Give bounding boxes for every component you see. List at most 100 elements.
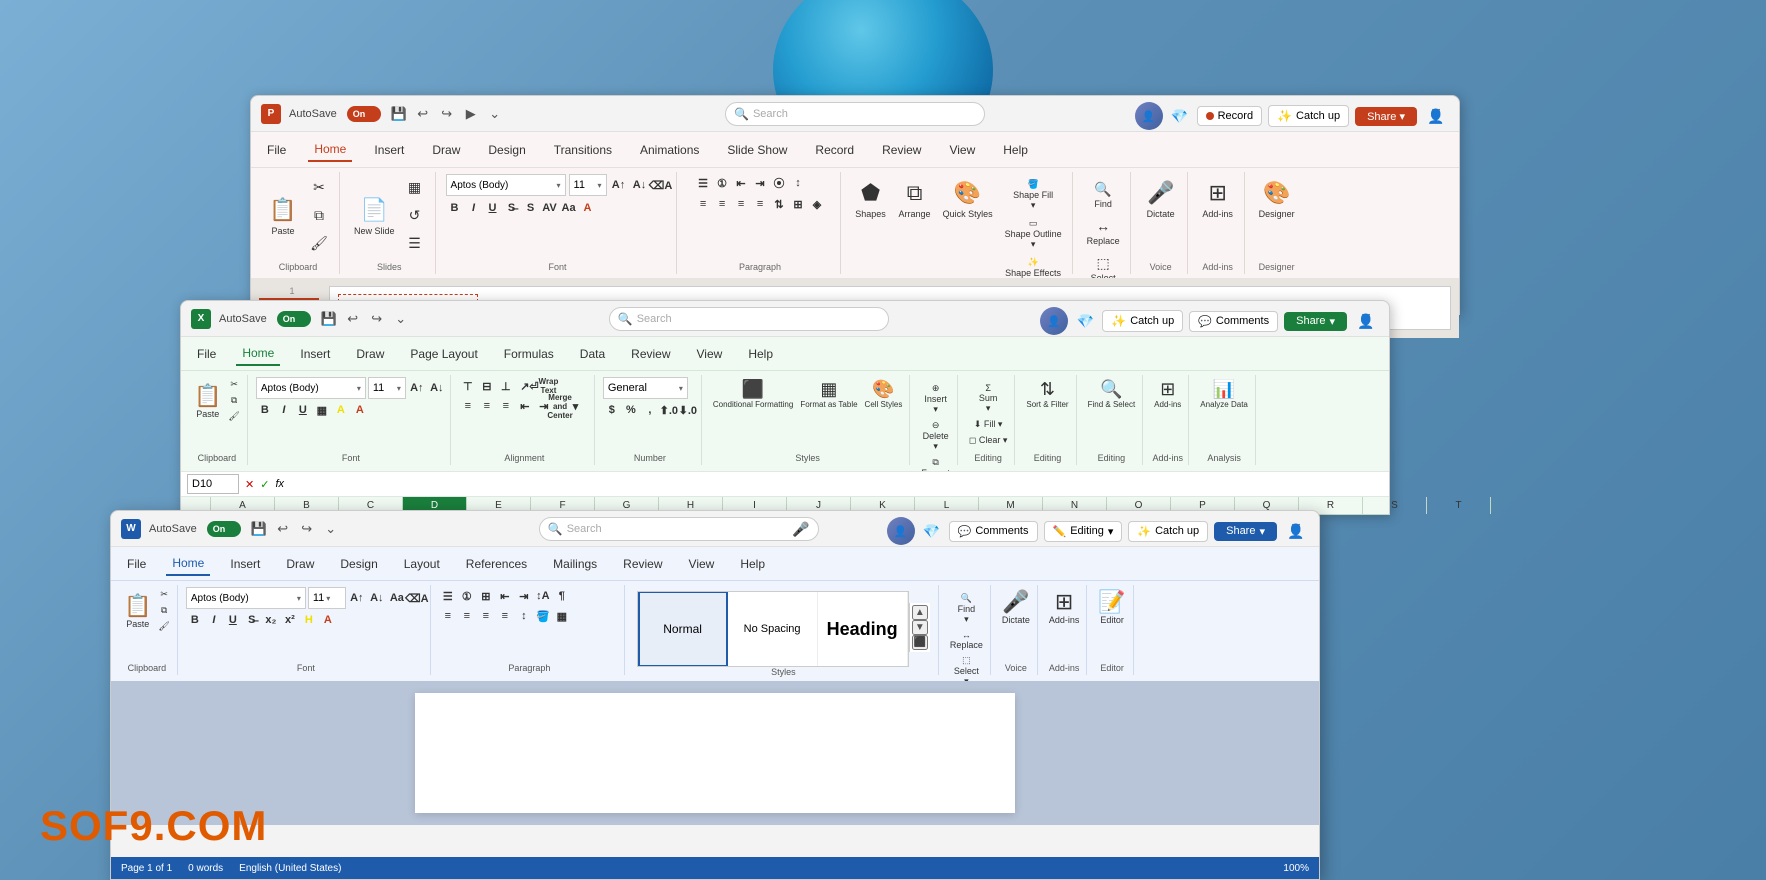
- xl-tab-draw[interactable]: Draw: [350, 343, 390, 365]
- ppt-shape-fill-btn[interactable]: 🪣 Shape Fill ▾: [1001, 176, 1066, 214]
- word-style-normal[interactable]: Normal: [638, 591, 728, 667]
- word-save-btn[interactable]: 💾: [249, 519, 269, 539]
- ppt-more-btn[interactable]: ⌄: [485, 104, 505, 124]
- ppt-autosave-toggle[interactable]: On: [347, 106, 381, 122]
- ppt-user-avatar[interactable]: 👤: [1135, 102, 1163, 130]
- ppt-text-dir-btn[interactable]: ⇅: [770, 195, 788, 213]
- xl-share-button[interactable]: Share ▾: [1284, 312, 1347, 331]
- ppt-tab-draw[interactable]: Draw: [426, 139, 466, 161]
- ppt-layout-btn[interactable]: ▦: [401, 174, 429, 200]
- word-bold-btn[interactable]: B: [186, 611, 204, 629]
- ppt-designer-btn[interactable]: 🎨 Designer: [1255, 174, 1299, 222]
- ppt-clear-format-btn[interactable]: ⌫A: [652, 176, 670, 194]
- ppt-tab-view[interactable]: View: [943, 139, 981, 161]
- ppt-save-btn[interactable]: 💾: [389, 104, 409, 124]
- ppt-select-btn[interactable]: ⬚ Select ▾: [1083, 250, 1124, 278]
- xl-cut-btn[interactable]: ✂: [225, 377, 242, 392]
- word-superscript-btn[interactable]: x²: [281, 611, 299, 629]
- xl-cell-styles-btn[interactable]: 🎨 Cell Styles: [862, 377, 906, 411]
- xl-tab-insert[interactable]: Insert: [294, 343, 336, 365]
- word-font-color-btn[interactable]: A: [319, 611, 337, 629]
- word-format-painter-btn[interactable]: 🖌: [155, 619, 172, 634]
- ppt-quickstyles-btn[interactable]: 🎨 Quick Styles: [939, 174, 997, 222]
- ppt-italic-btn[interactable]: I: [465, 199, 483, 217]
- xl-tab-view[interactable]: View: [691, 343, 729, 365]
- word-autosave-toggle[interactable]: On: [207, 521, 241, 537]
- word-tab-mailings[interactable]: Mailings: [547, 553, 603, 575]
- ppt-gem-icon[interactable]: 💎: [1169, 105, 1191, 127]
- word-subscript-btn[interactable]: x₂: [262, 611, 280, 629]
- xl-align-left-btn[interactable]: ≡: [459, 397, 477, 415]
- ppt-shape-outline-btn[interactable]: ▭ Shape Outline ▾: [1001, 215, 1066, 253]
- ppt-numbering-btn[interactable]: ①: [713, 174, 731, 192]
- word-tab-layout[interactable]: Layout: [398, 553, 446, 575]
- ppt-case-btn[interactable]: Aa: [560, 199, 578, 217]
- word-styles-scroll-up[interactable]: ▲: [912, 605, 928, 620]
- word-clear-format-btn[interactable]: ⌫A: [408, 589, 426, 607]
- word-copy-btn[interactable]: ⧉: [155, 603, 172, 618]
- word-styles-more[interactable]: ⬛: [912, 635, 928, 650]
- xl-autosave-toggle[interactable]: On: [277, 311, 311, 327]
- xl-underline-btn[interactable]: U: [294, 401, 312, 419]
- word-tab-review[interactable]: Review: [617, 553, 668, 575]
- word-share-button[interactable]: Share ▾: [1214, 522, 1277, 541]
- word-tab-draw[interactable]: Draw: [280, 553, 320, 575]
- word-increase-font-btn[interactable]: A↑: [348, 589, 366, 607]
- ppt-valign-btn[interactable]: ⊞: [789, 195, 807, 213]
- word-case-btn[interactable]: Aa: [388, 589, 406, 607]
- xl-outdent-btn[interactable]: ⇤: [516, 397, 534, 415]
- xl-user-avatar[interactable]: 👤: [1040, 307, 1068, 335]
- word-tab-view[interactable]: View: [683, 553, 721, 575]
- word-strikethrough-btn[interactable]: S̶: [243, 611, 261, 629]
- word-border-btn[interactable]: ▦: [553, 607, 571, 625]
- ppt-replace-btn[interactable]: ↔ Replace: [1083, 213, 1124, 249]
- word-style-heading[interactable]: Heading: [818, 591, 908, 667]
- xl-align-center-btn[interactable]: ≡: [478, 397, 496, 415]
- ppt-bullets-btn[interactable]: ☰: [694, 174, 712, 192]
- word-tab-design[interactable]: Design: [334, 553, 383, 575]
- word-font-size[interactable]: 11 ▾: [308, 587, 346, 609]
- word-decrease-font-btn[interactable]: A↓: [368, 589, 386, 607]
- xl-tab-file[interactable]: File: [191, 343, 222, 365]
- xl-more-btn[interactable]: ⌄: [391, 309, 411, 329]
- word-editing-button[interactable]: ✏️ Editing ▾: [1044, 521, 1123, 542]
- ppt-record-button[interactable]: Record: [1197, 106, 1262, 126]
- xl-catchup-button[interactable]: ✨ Catch up: [1102, 310, 1183, 332]
- xl-find-select-btn[interactable]: 🔍 Find & Select: [1085, 377, 1139, 411]
- word-tab-home[interactable]: Home: [166, 552, 210, 576]
- xl-align-top-btn[interactable]: ⊤: [459, 377, 477, 395]
- word-align-right-btn[interactable]: ≡: [477, 607, 495, 625]
- xl-increase-font-btn[interactable]: A↑: [408, 379, 426, 397]
- xl-save-btn[interactable]: 💾: [319, 309, 339, 329]
- xl-insert-btn[interactable]: ⊕ Insert ▾: [918, 381, 953, 417]
- ppt-arrange-btn[interactable]: ⧉ Arrange: [895, 174, 935, 222]
- xl-delete-btn[interactable]: ⊖ Delete ▾: [918, 418, 953, 454]
- word-style-no-spacing[interactable]: No Spacing: [728, 591, 818, 667]
- ppt-find-btn[interactable]: 🔍 Find: [1083, 176, 1124, 212]
- xl-font-selector[interactable]: Aptos (Body) ▾: [256, 377, 366, 399]
- ppt-paste-btn[interactable]: 📋 Paste: [263, 191, 303, 239]
- ppt-font-size[interactable]: 11 ▾: [569, 174, 607, 196]
- word-document-page[interactable]: [415, 693, 1015, 813]
- xl-align-middle-btn[interactable]: ⊟: [478, 377, 496, 395]
- word-tab-insert[interactable]: Insert: [224, 553, 266, 575]
- ppt-tab-transitions[interactable]: Transitions: [548, 139, 618, 161]
- xl-formula-check-btn[interactable]: ✓: [260, 478, 269, 491]
- xl-currency-btn[interactable]: $: [603, 401, 621, 419]
- xl-border-btn[interactable]: ▦: [313, 401, 331, 419]
- word-document-area[interactable]: [111, 681, 1319, 825]
- ppt-cut-btn[interactable]: ✂: [305, 174, 333, 200]
- ppt-outdent-btn[interactable]: ⇤: [732, 174, 750, 192]
- word-select-btn[interactable]: ⬚ Select ▾: [947, 653, 986, 681]
- word-styles-scroll-down[interactable]: ▼: [912, 620, 928, 635]
- ppt-shape-effects-btn[interactable]: ✨ Shape Effects ▾: [1001, 254, 1066, 278]
- ppt-tab-review[interactable]: Review: [876, 139, 927, 161]
- ppt-section-btn[interactable]: ☰: [401, 230, 429, 256]
- word-redo-btn[interactable]: ↪: [297, 519, 317, 539]
- ppt-underline-btn[interactable]: U: [484, 199, 502, 217]
- ppt-tab-home[interactable]: Home: [308, 138, 352, 162]
- xl-tab-formulas[interactable]: Formulas: [498, 343, 560, 365]
- xl-percent-btn[interactable]: %: [622, 401, 640, 419]
- xl-tab-home[interactable]: Home: [236, 342, 280, 366]
- word-indent-btn[interactable]: ⇥: [515, 587, 533, 605]
